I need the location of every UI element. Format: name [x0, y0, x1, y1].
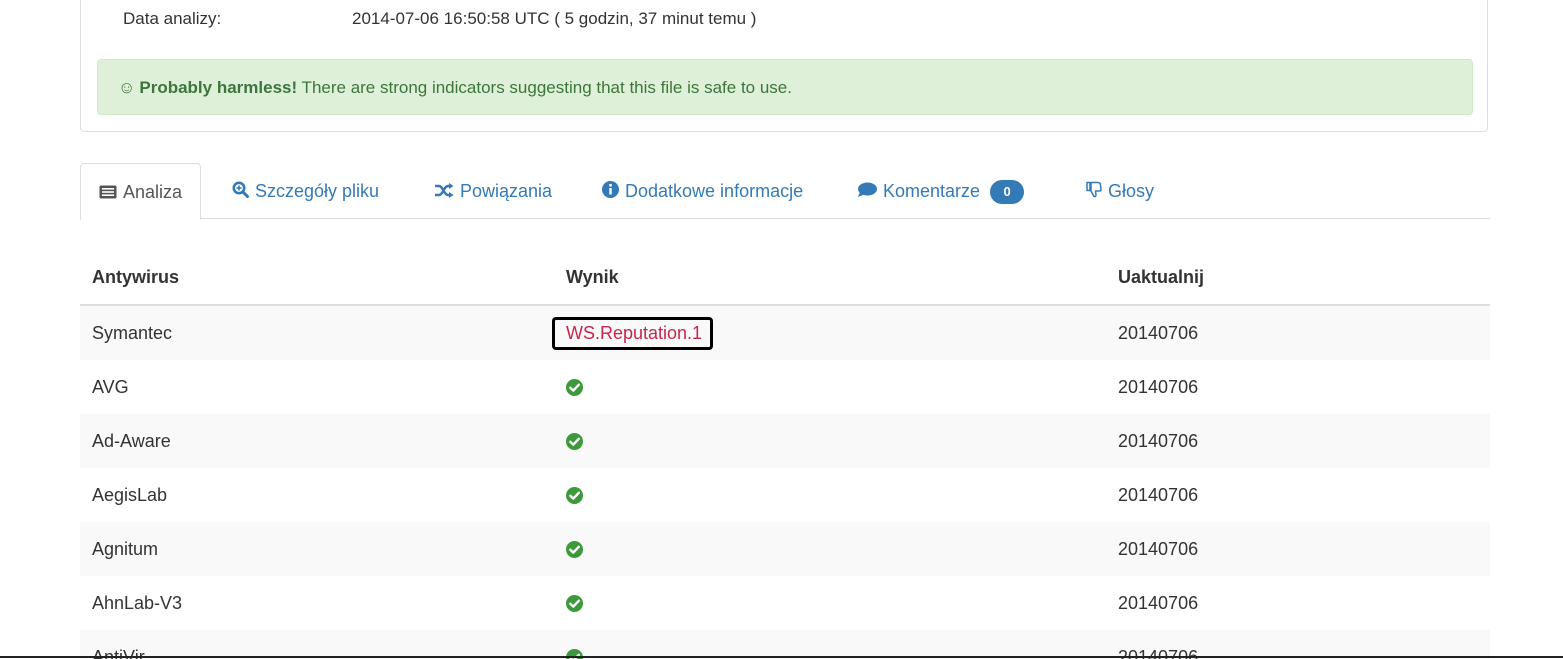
shuffle-icon: [434, 164, 454, 220]
result-cell: WS.Reputation.1: [552, 306, 714, 360]
header-antywirus: Antywirus: [92, 267, 180, 287]
harmless-alert: ☺ Probably harmless! There are strong ind…: [97, 59, 1473, 115]
table-row: Agnitum 20140706: [80, 522, 1490, 576]
tab-glosy[interactable]: Głosy: [1086, 163, 1154, 219]
update-date: 20140706: [1118, 538, 1199, 559]
threat-name-link[interactable]: WS.Reputation.1: [552, 316, 714, 350]
tab-analiza-label: Analiza: [123, 182, 183, 202]
check-circle-icon: [566, 486, 583, 504]
tab-komentarze-label: Komentarze: [883, 181, 981, 201]
table-row: AVG 20140706: [80, 360, 1490, 414]
result-cell: [566, 576, 583, 630]
header-uaktualnij: Uaktualnij: [1118, 267, 1205, 287]
check-circle-icon: [566, 594, 583, 612]
tab-powiazania-label: Powiązania: [460, 181, 553, 201]
av-name: Symantec: [92, 322, 173, 343]
update-date: 20140706: [1118, 376, 1199, 397]
analysis-date-value: 2014-07-06 16:50:58 UTC ( 5 godzin, 37 m…: [352, 9, 757, 28]
tab-powiazania[interactable]: Powiązania: [434, 163, 552, 219]
table-row: AegisLab 20140706: [80, 468, 1490, 522]
table-row: AhnLab-V3 20140706: [80, 576, 1490, 630]
smile-icon: ☺: [118, 78, 136, 97]
table-row: Symantec WS.Reputation.1 20140706: [80, 306, 1490, 360]
update-date: 20140706: [1118, 322, 1199, 343]
av-name: Ad-Aware: [92, 430, 171, 451]
av-name: AntiVir: [92, 646, 145, 659]
results-table: Antywirus Wynik Uaktualnij Symantec WS.R…: [80, 251, 1490, 659]
table-row: Ad-Aware 20140706: [80, 414, 1490, 468]
av-name: Agnitum: [92, 538, 159, 559]
alert-title: Probably harmless!: [139, 78, 298, 97]
tab-komentarze[interactable]: Komentarze 0: [857, 163, 1025, 220]
av-name: AVG: [92, 376, 129, 397]
av-name: AhnLab-V3: [92, 592, 183, 613]
tab-bar: Analiza Szczegóły pliku Powiązania Dodat…: [80, 163, 1490, 221]
analysis-info-panel: Data analizy: 2014-07-06 16:50:58 UTC ( …: [80, 0, 1488, 132]
header-wynik: Wynik: [566, 267, 619, 287]
result-cell: [566, 414, 583, 468]
update-date: 20140706: [1118, 592, 1199, 613]
check-circle-icon: [566, 378, 583, 396]
bottom-edge-line: [0, 656, 1563, 658]
search-icon: [232, 164, 249, 220]
result-cell: [566, 468, 583, 522]
tab-glosy-label: Głosy: [1108, 181, 1155, 201]
tab-szczegoly-pliku[interactable]: Szczegóły pliku: [232, 163, 379, 219]
result-cell: [566, 630, 583, 659]
check-circle-icon: [566, 540, 583, 558]
result-cell: [566, 522, 583, 576]
av-name: AegisLab: [92, 484, 168, 505]
page: Data analizy: 2014-07-06 16:50:58 UTC ( …: [0, 0, 1563, 659]
update-date: 20140706: [1118, 484, 1199, 505]
tab-szczegoly-pliku-label: Szczegóły pliku: [255, 181, 380, 201]
comments-count-badge: 0: [990, 180, 1025, 205]
list-icon: [99, 165, 117, 221]
result-cell: [566, 360, 583, 414]
comment-icon: [857, 164, 877, 220]
tab-dodatkowe-informacje[interactable]: Dodatkowe informacje: [602, 163, 803, 219]
check-circle-icon: [566, 432, 583, 450]
alert-message: There are strong indicators suggesting t…: [297, 78, 792, 97]
update-date: 20140706: [1118, 646, 1199, 659]
table-header: Antywirus Wynik Uaktualnij: [80, 251, 1490, 306]
analysis-date-label: Data analizy:: [123, 9, 222, 28]
tab-dodatkowe-informacje-label: Dodatkowe informacje: [625, 181, 804, 201]
update-date: 20140706: [1118, 430, 1199, 451]
thumbs-down-icon: [1086, 164, 1102, 220]
tab-analiza[interactable]: Analiza: [80, 163, 202, 221]
info-circle-icon: [602, 164, 619, 220]
table-row: AntiVir 20140706: [80, 630, 1490, 659]
